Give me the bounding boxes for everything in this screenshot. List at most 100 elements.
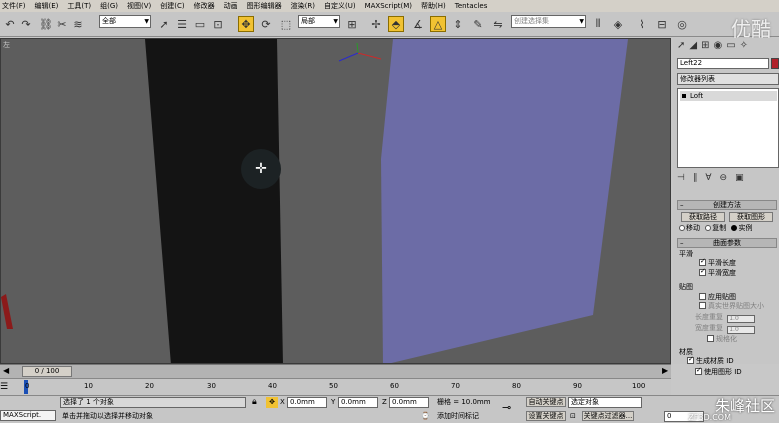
select-object-icon[interactable]: ➚: [156, 16, 172, 32]
menu-file[interactable]: 文件(F): [2, 0, 26, 12]
object-color-swatch[interactable]: [771, 58, 779, 69]
align-icon[interactable]: ⫴: [590, 16, 606, 32]
select-manipulate-icon[interactable]: ✢: [368, 16, 384, 32]
gen-mat-ids-checkbox[interactable]: [687, 355, 694, 364]
get-path-button[interactable]: 获取路径: [681, 212, 725, 222]
smooth-length-checkbox[interactable]: [699, 257, 706, 266]
set-key-icon[interactable]: ⊡: [570, 411, 576, 422]
remove-modifier-icon[interactable]: ⊖: [720, 173, 728, 183]
key-filter-target-dropdown[interactable]: 选定对象: [568, 397, 642, 408]
layer-manager-icon[interactable]: ◈: [610, 16, 626, 32]
unlink-icon[interactable]: ✂: [54, 16, 70, 32]
normalize-option[interactable]: 规格化: [707, 335, 737, 344]
use-shape-ids-checkbox[interactable]: [695, 366, 702, 375]
menu-animation[interactable]: 动画: [224, 0, 238, 12]
time-tag-icon[interactable]: ⌚: [421, 411, 430, 422]
z-coordinate-field[interactable]: 0.0mm: [389, 397, 429, 408]
bind-spacewarp-icon[interactable]: ≋: [70, 16, 86, 32]
set-key-button[interactable]: 设置关键点: [526, 411, 566, 421]
track-bar-filter-icon[interactable]: ☰: [0, 382, 8, 392]
curve-editor-icon[interactable]: ⌇: [634, 16, 650, 32]
undo-icon[interactable]: ↶: [2, 16, 18, 32]
use-shape-ids-option[interactable]: 使用图形 ID: [695, 366, 742, 377]
smooth-width-checkbox[interactable]: [699, 267, 706, 276]
add-time-tag[interactable]: 添加时间标记: [437, 411, 479, 422]
menu-modifiers[interactable]: 修改器: [194, 0, 215, 12]
menu-group[interactable]: 组(G): [100, 0, 118, 12]
menu-create[interactable]: 创建(C): [160, 0, 184, 12]
pin-stack-icon[interactable]: ⊣: [677, 173, 685, 183]
radio-copy[interactable]: [705, 225, 712, 231]
select-by-name-icon[interactable]: ☰: [174, 16, 190, 32]
object-name-field[interactable]: Left22: [677, 58, 769, 69]
material-editor-icon[interactable]: ◎: [674, 16, 690, 32]
length-repeat-spinner[interactable]: 1.0: [727, 315, 756, 323]
menu-graph-editors[interactable]: 图形编辑器: [247, 0, 282, 12]
modifier-list-dropdown[interactable]: 修改器列表: [677, 73, 779, 85]
redo-icon[interactable]: ↷: [18, 16, 34, 32]
prev-frame-icon[interactable]: ◀: [3, 366, 9, 375]
viewport-label[interactable]: 左: [3, 40, 10, 50]
auto-key-button[interactable]: 自动关键点: [526, 397, 566, 407]
menu-maxscript[interactable]: MAXScript(M): [365, 0, 412, 12]
real-world-option[interactable]: 真实世界贴图大小: [699, 302, 764, 311]
menu-tools[interactable]: 工具(T): [67, 0, 91, 12]
rect-region-icon[interactable]: ▭: [192, 16, 208, 32]
snaps-toggle-icon[interactable]: ⬘: [388, 16, 404, 32]
pivot-center-icon[interactable]: ⊞: [344, 16, 360, 32]
track-bar[interactable]: ☰ 0 10 20 30 40 50 60 70 80 90 100: [0, 378, 671, 395]
spinner-snap-icon[interactable]: ⇕: [450, 16, 466, 32]
apply-mapping-checkbox[interactable]: [699, 293, 706, 300]
radio-instance[interactable]: [731, 225, 738, 231]
menu-edit[interactable]: 编辑(E): [35, 0, 59, 12]
selection-filter-dropdown[interactable]: 全部 ▼: [99, 15, 151, 28]
modify-tab-icon[interactable]: ◢: [689, 40, 697, 51]
y-coordinate-field[interactable]: 0.0mm: [338, 397, 378, 408]
create-tab-icon[interactable]: ➚: [677, 40, 685, 51]
motion-tab-icon[interactable]: ◉: [713, 40, 722, 51]
display-tab-icon[interactable]: ▭: [726, 40, 735, 51]
absolute-mode-icon[interactable]: ✥: [266, 397, 278, 408]
real-world-checkbox[interactable]: [699, 302, 706, 309]
apply-mapping-option[interactable]: 应用贴图: [699, 293, 736, 302]
normalize-checkbox[interactable]: [707, 335, 714, 342]
key-mode-icon[interactable]: ⊸: [502, 402, 511, 413]
select-scale-icon[interactable]: ⬚: [278, 16, 294, 32]
next-frame-icon[interactable]: ▶: [662, 366, 668, 375]
menu-rendering[interactable]: 渲染(R): [291, 0, 315, 12]
link-icon[interactable]: ⛓: [38, 16, 54, 32]
hierarchy-tab-icon[interactable]: ⊞: [701, 40, 709, 51]
window-crossing-icon[interactable]: ⊡: [210, 16, 226, 32]
lock-selection-icon[interactable]: 🔒︎: [252, 397, 257, 408]
menu-tentacles[interactable]: Tentacles: [455, 0, 488, 12]
select-rotate-icon[interactable]: ⟳: [258, 16, 274, 32]
mirror-icon[interactable]: ⇋: [490, 16, 506, 32]
named-selection-dropdown[interactable]: 创建选择集 ▼: [511, 15, 586, 28]
gen-mat-ids-option[interactable]: 生成材质 ID: [687, 355, 734, 366]
configure-sets-icon[interactable]: ▣: [735, 173, 744, 183]
get-shape-button[interactable]: 获取图形: [729, 212, 773, 222]
select-move-icon[interactable]: ✥: [238, 16, 254, 32]
rollout-surface-params[interactable]: – 曲面参数: [677, 238, 777, 248]
stack-item-loft[interactable]: Loft: [680, 91, 777, 101]
percent-snap-icon[interactable]: △: [430, 16, 446, 32]
smooth-width-option[interactable]: 平滑宽度: [699, 267, 736, 278]
maxscript-listener[interactable]: MAXScript.: [0, 410, 56, 421]
key-filters-button[interactable]: 关键点过滤器...: [582, 411, 634, 421]
time-slider-thumb[interactable]: 0 / 100: [22, 366, 72, 377]
schematic-view-icon[interactable]: ⊟: [654, 16, 670, 32]
show-end-result-icon[interactable]: ∥: [693, 173, 698, 183]
angle-snap-icon[interactable]: ∡: [410, 16, 426, 32]
reference-coord-dropdown[interactable]: 局部 ▼: [298, 15, 340, 28]
radio-move[interactable]: [679, 225, 685, 231]
menu-help[interactable]: 帮助(H): [421, 0, 446, 12]
width-repeat-spinner[interactable]: 1.0: [727, 326, 756, 334]
x-coordinate-field[interactable]: 0.0mm: [287, 397, 327, 408]
edit-named-selection-icon[interactable]: ✎: [470, 16, 486, 32]
left-viewport[interactable]: 左 ✛: [0, 38, 671, 364]
menu-views[interactable]: 视图(V): [127, 0, 151, 12]
time-slider[interactable]: ◀ 0 / 100 ▶: [0, 364, 671, 378]
make-unique-icon[interactable]: ∀: [705, 173, 711, 183]
menu-customize[interactable]: 自定义(U): [324, 0, 356, 12]
utilities-tab-icon[interactable]: ✧: [740, 40, 748, 51]
